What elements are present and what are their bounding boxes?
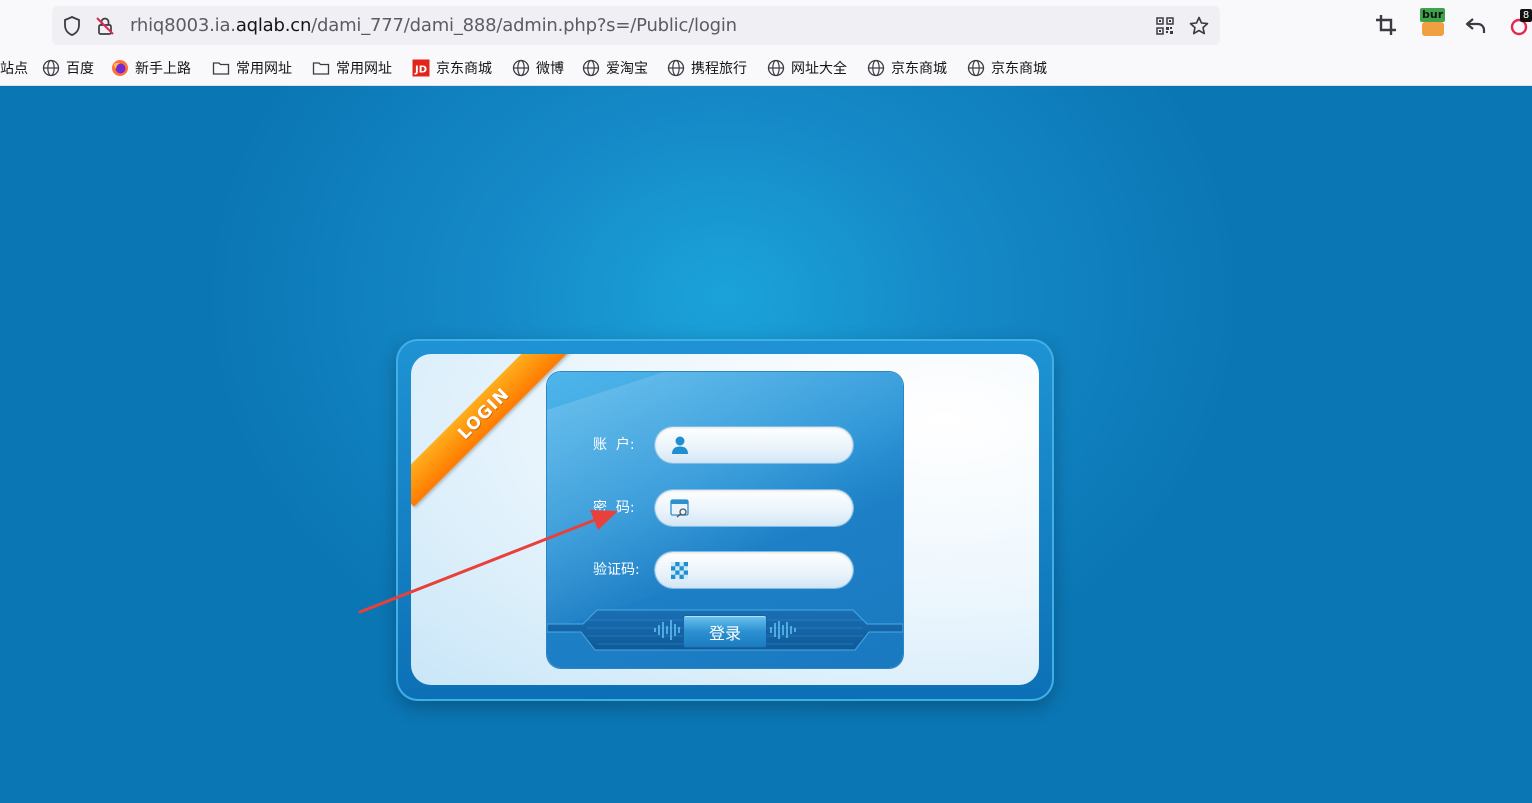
notifications-icon[interactable]: 8 xyxy=(1510,8,1532,38)
browser-toolbar: rhiq8003.ia.aqlab.cn/dami_777/dami_888/a… xyxy=(0,0,1532,50)
folder-icon xyxy=(312,62,330,75)
bookmark-weibo[interactable]: 微博 xyxy=(512,58,564,78)
globe-icon xyxy=(867,59,885,77)
bookmark-label: 京东商城 xyxy=(891,61,947,77)
globe-icon xyxy=(667,59,685,77)
bookmark-folder-common-2[interactable]: 常用网址 xyxy=(312,58,392,78)
bookmark-label: 京东商城 xyxy=(436,61,492,77)
burp-extension-icon[interactable]: bur xyxy=(1420,8,1448,36)
bookmark-site[interactable]: 站点 xyxy=(0,58,28,78)
account-input[interactable] xyxy=(695,433,845,457)
captcha-input[interactable] xyxy=(695,558,845,582)
svg-text:JD: JD xyxy=(414,65,427,76)
bookmark-label: 常用网址 xyxy=(336,61,392,77)
bookmark-ctrip[interactable]: 携程旅行 xyxy=(667,58,747,78)
bookmark-label: 新手上路 xyxy=(135,61,191,77)
login-panel-inner: LOGIN 账 户: 密 码: 验证码: 登录 xyxy=(411,354,1039,685)
firefox-icon xyxy=(112,60,128,76)
bookmark-getting-started[interactable]: 新手上路 xyxy=(111,58,191,78)
globe-icon xyxy=(767,59,785,77)
bookmark-label: 微博 xyxy=(536,61,564,77)
bookmark-folder-common-1[interactable]: 常用网址 xyxy=(212,58,292,78)
extension-badge: bur xyxy=(1420,8,1446,22)
shield-icon[interactable] xyxy=(61,15,83,37)
bookmark-label: 爱淘宝 xyxy=(606,61,648,77)
globe-icon xyxy=(967,59,985,77)
login-panel: LOGIN 账 户: 密 码: 验证码: 登录 xyxy=(396,339,1054,701)
globe-icon xyxy=(42,59,60,77)
bookmark-jd[interactable]: JD 京东商城 xyxy=(412,58,492,78)
login-button[interactable]: 登录 xyxy=(683,615,767,648)
login-form: 账 户: 密 码: 验证码: 登录 xyxy=(547,372,903,668)
bookmark-label: 携程旅行 xyxy=(691,61,747,77)
notification-badge: 8 xyxy=(1520,9,1532,22)
captcha-icon xyxy=(671,562,688,579)
password-input[interactable] xyxy=(695,496,845,520)
bookmark-ai-taobao[interactable]: 爱淘宝 xyxy=(582,58,648,78)
bookmark-label: 百度 xyxy=(66,61,94,77)
password-key-icon xyxy=(670,499,689,518)
undo-icon[interactable] xyxy=(1463,12,1489,38)
crop-icon[interactable] xyxy=(1373,12,1399,38)
bookmark-label: 站点 xyxy=(0,61,28,77)
globe-icon xyxy=(582,59,600,77)
qr-code-icon[interactable] xyxy=(1154,15,1176,37)
password-field-wrap xyxy=(655,490,853,526)
captcha-label: 验证码: xyxy=(593,562,640,578)
account-field-wrap xyxy=(655,427,853,463)
captcha-field-wrap xyxy=(655,552,853,588)
user-icon xyxy=(672,436,688,454)
bookmark-jd-2[interactable]: 京东商城 xyxy=(867,58,947,78)
bookmark-star-icon[interactable] xyxy=(1188,15,1210,37)
ribbon-text: LOGIN xyxy=(454,384,514,444)
password-label: 密 码: xyxy=(593,500,635,516)
insecure-lock-icon[interactable] xyxy=(94,15,116,37)
url-text[interactable]: rhiq8003.ia.aqlab.cn/dami_777/dami_888/a… xyxy=(130,15,737,36)
login-page: LOGIN 账 户: 密 码: 验证码: 登录 xyxy=(0,86,1532,803)
account-label: 账 户: xyxy=(593,437,635,453)
bookmark-label: 网址大全 xyxy=(791,61,847,77)
bookmarks-bar: 站点 百度 新手上路 常用网址 常用网址 JD 京东商城 微博 爱淘宝 携程旅行… xyxy=(0,50,1532,86)
bookmark-jd-3[interactable]: 京东商城 xyxy=(967,58,1047,78)
bookmark-site-directory[interactable]: 网址大全 xyxy=(767,58,847,78)
bookmark-label: 常用网址 xyxy=(236,61,292,77)
folder-icon xyxy=(212,62,230,75)
globe-icon xyxy=(512,59,530,77)
bookmark-label: 京东商城 xyxy=(991,61,1047,77)
address-bar[interactable]: rhiq8003.ia.aqlab.cn/dami_777/dami_888/a… xyxy=(52,6,1220,45)
bookmark-baidu[interactable]: 百度 xyxy=(42,58,94,78)
jd-icon: JD xyxy=(412,59,430,77)
